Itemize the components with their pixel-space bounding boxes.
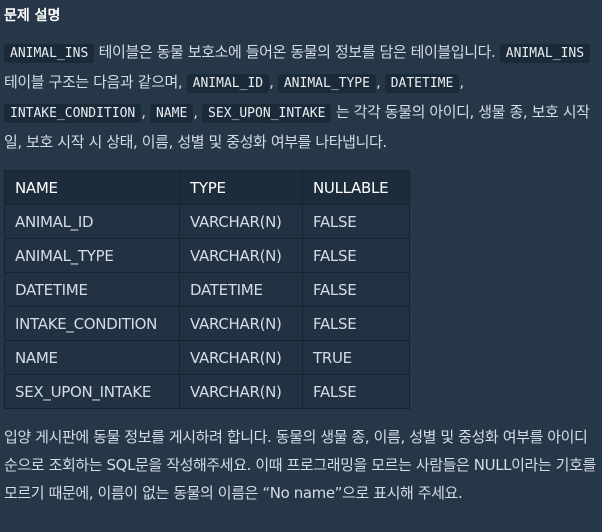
task-paragraph: 입양 게시판에 동물 정보를 게시하려 합니다. 동물의 생물 종, 이름, 성… <box>4 428 596 502</box>
code-column-datetime: DATETIME <box>384 74 460 93</box>
comma: , <box>459 73 464 91</box>
code-column-animal-type: ANIMAL_TYPE <box>277 74 376 93</box>
code-table-name: ANIMAL_INS <box>4 44 95 63</box>
cell-nullable: FALSE <box>302 272 410 307</box>
cell-nullable: TRUE <box>302 340 410 375</box>
comma: , <box>375 73 381 91</box>
code-table-name-2: ANIMAL_INS <box>499 44 591 63</box>
intro-text-line1: 테이블은 동물 보호소에 들어온 동물의 정보를 담은 테이블입니다. <box>98 43 496 61</box>
table-row: INTAKE_CONDITION VARCHAR(N) FALSE <box>4 306 410 341</box>
cell-name: SEX_UPON_INTAKE <box>4 374 180 409</box>
problem-description: 문제 설명 ANIMAL_INS 테이블은 동물 보호소에 들어온 동물의 정보… <box>4 6 597 507</box>
cell-type: VARCHAR(N) <box>179 340 303 375</box>
table-row: SEX_UPON_INTAKE VARCHAR(N) FALSE <box>4 374 410 409</box>
cell-type: VARCHAR(N) <box>179 306 303 341</box>
code-column-intake-condition: INTAKE_CONDITION <box>4 104 142 123</box>
cell-type: VARCHAR(N) <box>179 238 303 273</box>
cell-type: VARCHAR(N) <box>179 204 303 239</box>
header-type: TYPE <box>179 170 303 205</box>
comma: , <box>141 103 146 121</box>
intro-text-line2: 테이블 구조는 다음과 같으며, <box>4 73 183 91</box>
table-row: NAME VARCHAR(N) TRUE <box>4 340 410 375</box>
table-header-row: NAME TYPE NULLABLE <box>4 170 410 205</box>
table-row: ANIMAL_TYPE VARCHAR(N) FALSE <box>4 238 410 273</box>
intro-paragraph: ANIMAL_INS 테이블은 동물 보호소에 들어온 동물의 정보를 담은 테… <box>4 38 597 156</box>
code-column-name: NAME <box>149 104 194 123</box>
comma: , <box>269 73 274 91</box>
cell-name: NAME <box>4 340 180 375</box>
section-title: 문제 설명 <box>4 8 61 24</box>
cell-name: DATETIME <box>4 272 180 307</box>
cell-nullable: FALSE <box>302 306 410 341</box>
cell-nullable: FALSE <box>302 204 410 239</box>
code-column-sex-upon-intake: SEX_UPON_INTAKE <box>202 104 332 123</box>
cell-nullable: FALSE <box>302 374 410 409</box>
cell-name: ANIMAL_ID <box>4 204 180 239</box>
cell-type: VARCHAR(N) <box>179 374 303 409</box>
cell-name: ANIMAL_TYPE <box>4 238 180 273</box>
header-nullable: NULLABLE <box>302 170 410 205</box>
table-row: DATETIME DATETIME FALSE <box>4 272 410 307</box>
code-column-animal-id: ANIMAL_ID <box>186 74 270 93</box>
comma: , <box>193 103 198 121</box>
cell-name: INTAKE_CONDITION <box>4 306 180 341</box>
cell-type: DATETIME <box>179 272 303 307</box>
header-name: NAME <box>4 170 180 205</box>
schema-table: NAME TYPE NULLABLE ANIMAL_ID VARCHAR(N) … <box>4 170 410 409</box>
table-row: ANIMAL_ID VARCHAR(N) FALSE <box>4 204 410 239</box>
cell-nullable: FALSE <box>302 238 410 273</box>
